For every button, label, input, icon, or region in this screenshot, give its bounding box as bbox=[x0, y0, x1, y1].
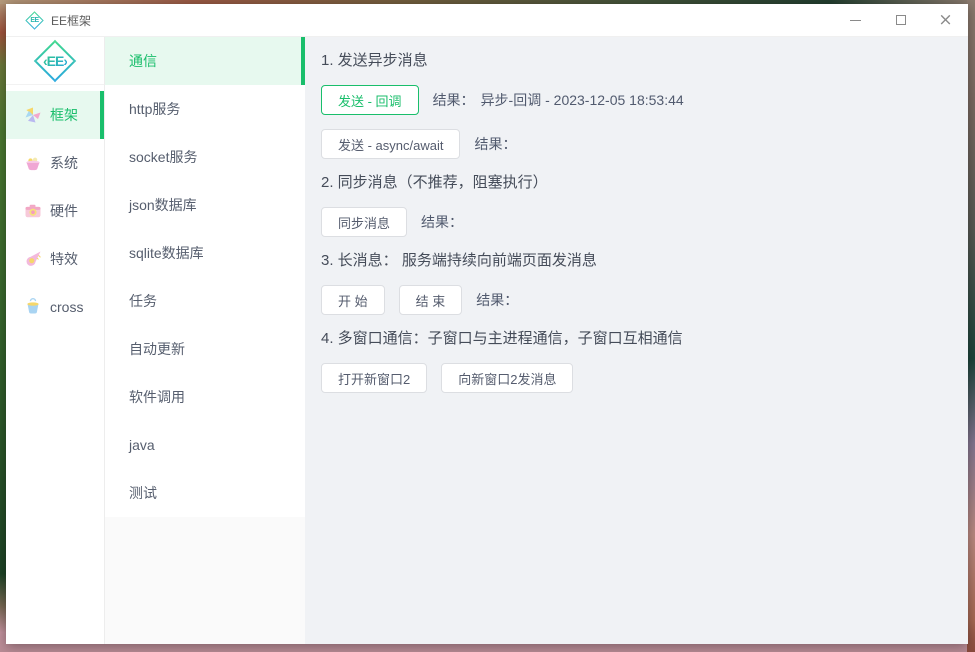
result-long-message: 结果： bbox=[476, 290, 524, 310]
primary-nav: 框架 系统 硬件 特效 cross bbox=[6, 85, 104, 331]
secondary-menu: 通信 http服务 socket服务 json数据库 sqlite数据库 任务 … bbox=[105, 37, 305, 517]
ee-logo-text: ‹EE› bbox=[43, 52, 68, 69]
sidebar-item-effects[interactable]: 特效 bbox=[6, 235, 104, 283]
row-async-callback: 发送 - 回调 结果： 异步-回调 - 2023-12-05 18:53:44 bbox=[321, 85, 952, 115]
sidebar-item-label: 系统 bbox=[50, 155, 78, 171]
start-button[interactable]: 开 始 bbox=[321, 285, 385, 315]
sidebar-item-label: cross bbox=[50, 299, 84, 315]
sync-message-button[interactable]: 同步消息 bbox=[321, 207, 408, 237]
menu-item-jsondb[interactable]: json数据库 bbox=[105, 181, 305, 229]
row-multi-window: 打开新窗口2 向新窗口2发消息 bbox=[321, 363, 952, 393]
close-button[interactable]: × bbox=[923, 4, 968, 36]
result-label: 结果： bbox=[474, 136, 517, 152]
pinwheel-icon bbox=[25, 107, 41, 123]
camera-icon bbox=[25, 204, 41, 218]
minimize-button[interactable] bbox=[833, 4, 878, 36]
menu-item-http[interactable]: http服务 bbox=[105, 85, 305, 133]
send-callback-button[interactable]: 发送 - 回调 bbox=[321, 85, 419, 115]
result-value: 异步-回调 - 2023-12-05 18:53:44 bbox=[480, 92, 684, 108]
row-long-message: 开 始 结 束 结果： bbox=[321, 285, 952, 315]
basket-icon bbox=[26, 157, 40, 171]
menu-item-socket[interactable]: socket服务 bbox=[105, 133, 305, 181]
minimize-icon bbox=[850, 20, 861, 21]
sidebar-item-hardware[interactable]: 硬件 bbox=[6, 187, 104, 235]
sidebar-item-system[interactable]: 系统 bbox=[6, 139, 104, 187]
row-sync: 同步消息 结果： bbox=[321, 207, 952, 237]
logo-cell: ‹EE› bbox=[6, 37, 104, 85]
menu-item-autoupdate[interactable]: 自动更新 bbox=[105, 325, 305, 373]
result-label: 结果： bbox=[476, 292, 519, 308]
menu-item-jobs[interactable]: 任务 bbox=[105, 277, 305, 325]
open-window2-button[interactable]: 打开新窗口2 bbox=[321, 363, 428, 393]
result-async-await: 结果： bbox=[474, 134, 522, 154]
menu-item-sqlitedb[interactable]: sqlite数据库 bbox=[105, 229, 305, 277]
app-logo-icon: EE bbox=[25, 10, 44, 30]
comet-icon bbox=[26, 251, 41, 266]
send-await-button[interactable]: 发送 - async/await bbox=[321, 129, 461, 159]
result-label: 结果： bbox=[432, 92, 475, 108]
secondary-sidebar: 通信 http服务 socket服务 json数据库 sqlite数据库 任务 … bbox=[105, 37, 305, 644]
main-content: 1. 发送异步消息 发送 - 回调 结果： 异步-回调 - 2023-12-05… bbox=[305, 37, 968, 644]
maximize-icon bbox=[895, 15, 906, 25]
app-window: EE EE框架 × ‹EE› 框架 系统 硬件 特效 cross 通信 http… bbox=[6, 4, 968, 644]
close-icon: × bbox=[938, 9, 953, 30]
sidebar-item-cross[interactable]: cross bbox=[6, 283, 104, 331]
section-heading-4: 4. 多窗口通信：子窗口与主进程通信，子窗口互相通信 bbox=[321, 330, 683, 347]
section-heading-1: 1. 发送异步消息 bbox=[321, 52, 428, 69]
window-title: EE框架 bbox=[51, 13, 92, 28]
sidebar-item-label: 特效 bbox=[50, 251, 78, 267]
ee-logo: ‹EE› bbox=[32, 39, 78, 83]
titlebar[interactable]: EE EE框架 × bbox=[6, 4, 968, 37]
menu-item-software[interactable]: 软件调用 bbox=[105, 373, 305, 421]
sidebar-item-framework[interactable]: 框架 bbox=[6, 91, 104, 139]
section-heading-3: 3. 长消息： 服务端持续向前端页面发消息 bbox=[321, 252, 597, 269]
result-label: 结果： bbox=[421, 214, 464, 230]
maximize-button[interactable] bbox=[878, 4, 923, 36]
stop-button[interactable]: 结 束 bbox=[398, 285, 463, 315]
window-controls: × bbox=[833, 4, 968, 36]
row-async-await: 发送 - async/await 结果： bbox=[321, 129, 952, 159]
desktop-wallpaper: EE EE框架 × ‹EE› 框架 系统 硬件 特效 cross 通信 http… bbox=[0, 0, 975, 652]
sidebar-item-label: 硬件 bbox=[50, 203, 78, 219]
sidebar-item-label: 框架 bbox=[50, 107, 78, 123]
bucket-icon bbox=[27, 298, 39, 314]
section-heading-2: 2. 同步消息（不推荐，阻塞执行） bbox=[321, 174, 548, 191]
menu-item-test[interactable]: 测试 bbox=[105, 469, 305, 517]
menu-item-communication[interactable]: 通信 bbox=[105, 37, 305, 85]
result-sync: 结果： bbox=[421, 212, 469, 232]
primary-sidebar: ‹EE› 框架 系统 硬件 特效 cross bbox=[6, 37, 105, 644]
send-to-window2-button[interactable]: 向新窗口2发消息 bbox=[441, 363, 574, 393]
menu-item-java[interactable]: java bbox=[105, 421, 305, 469]
result-async-callback: 结果： 异步-回调 - 2023-12-05 18:53:44 bbox=[433, 90, 684, 110]
